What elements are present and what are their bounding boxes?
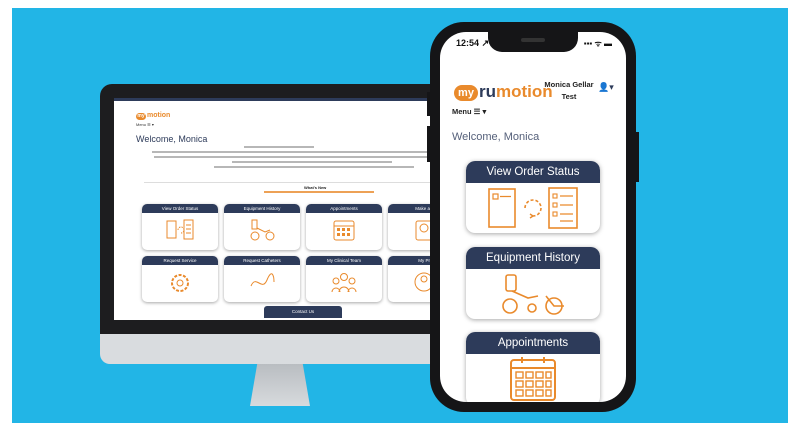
tile-label: Request Catheters (224, 256, 300, 265)
wheelchair-icon (250, 219, 275, 241)
desktop-tile-equipment-history[interactable]: Equipment History (224, 204, 300, 250)
desktop-welcome-heading: Welcome, Monica (136, 134, 208, 144)
tile-label: Appointments (466, 332, 600, 354)
desktop-divider (144, 182, 446, 183)
user-name: Monica Gellar (544, 80, 594, 89)
gear-wrench-icon (171, 274, 189, 292)
calendar-icon (510, 357, 556, 401)
phone-side-button (427, 92, 430, 116)
desktop-announcement-text (114, 146, 446, 176)
desktop-logo[interactable]: my motion (136, 112, 170, 120)
order-status-icon (166, 219, 194, 240)
phone-welcome-heading: Welcome, Monica (452, 131, 540, 143)
team-icon (331, 273, 357, 293)
desktop-screen: mymotion Menu ☰ ▾ Mo Welcome, Monica Wha… (114, 98, 446, 320)
calendar-icon (333, 220, 355, 241)
monitor-stand (250, 364, 310, 406)
monitor-chin (100, 334, 460, 364)
tile-label: Equipment History (224, 204, 300, 213)
desktop-contact-us-button[interactable]: Contact Us (264, 306, 342, 318)
phone-side-button (427, 126, 430, 162)
desktop-top-bar (114, 98, 446, 101)
desktop-tile-view-order-status[interactable]: View Order Status (142, 204, 218, 250)
tile-label: My Clinical Team (306, 256, 382, 265)
user-subtitle: Test (561, 92, 577, 101)
promo-background: mymotion Menu ☰ ▾ Mo Welcome, Monica Wha… (12, 8, 788, 423)
phone-tile-appointments[interactable]: Appointments (466, 332, 600, 402)
user-menu-icon[interactable]: 👤▾ (598, 82, 614, 93)
tile-label: Equipment History (466, 247, 600, 269)
desktop-tile-request-service[interactable]: Request Service (142, 256, 218, 302)
desktop-menu-button[interactable]: Menu ☰ ▾ (136, 122, 154, 127)
tile-label: View Order Status (142, 204, 218, 213)
monitor-bezel: mymotion Menu ☰ ▾ Mo Welcome, Monica Wha… (100, 84, 460, 334)
smartphone: 12:54 ↗ ▪▪▪ ᯤ ▬ my rumotion Monica Gellar… (427, 22, 639, 412)
phone-logo[interactable]: my rumotion (454, 82, 553, 102)
phone-screen: 12:54 ↗ ▪▪▪ ᯤ ▬ my rumotion Monica Gellar… (440, 32, 626, 402)
phone-side-button (636, 132, 639, 182)
phone-tile-view-order-status[interactable]: View Order Status (466, 161, 600, 233)
desktop-covid-update-link[interactable] (264, 191, 374, 193)
phone-tile-equipment-history[interactable]: Equipment History (466, 247, 600, 319)
catheter-icon (250, 273, 275, 287)
desktop-whats-new-heading: What's New (304, 185, 327, 190)
wheelchair-icon (502, 274, 564, 315)
order-status-icon (488, 187, 578, 229)
desktop-monitor: mymotion Menu ☰ ▾ Mo Welcome, Monica Wha… (100, 84, 460, 406)
user-account-name[interactable]: Monica Gellar Test (544, 79, 594, 103)
desktop-tile-request-catheters[interactable]: Request Catheters (224, 256, 300, 302)
tile-label: Appointments (306, 204, 382, 213)
status-time: 12:54 ↗ (456, 38, 490, 48)
status-icons: ▪▪▪ ᯤ ▬ (583, 39, 612, 48)
phone-menu-button[interactable]: Menu ☰ ▾ (452, 107, 486, 116)
tile-label: View Order Status (466, 161, 600, 183)
desktop-tile-appointments[interactable]: Appointments (306, 204, 382, 250)
tile-label: Request Service (142, 256, 218, 265)
desktop-tile-my-clinical-team[interactable]: My Clinical Team (306, 256, 382, 302)
phone-notch (488, 32, 578, 52)
